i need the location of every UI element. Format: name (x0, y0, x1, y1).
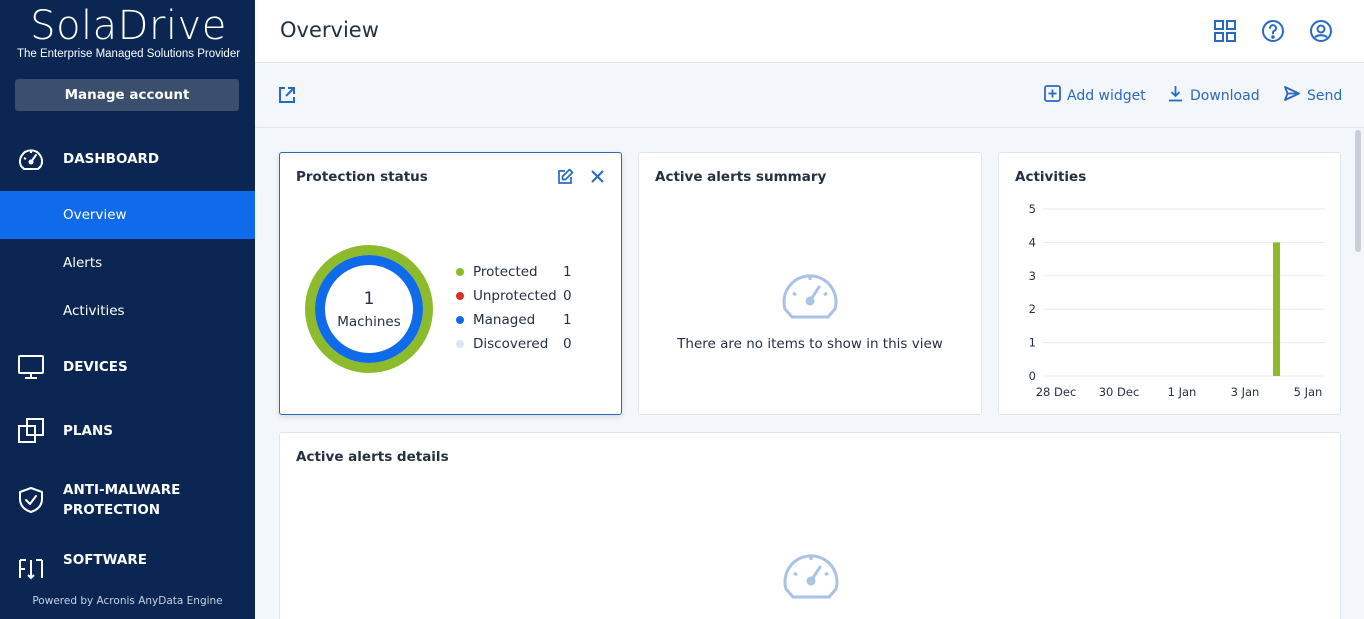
send-label: Send (1307, 87, 1343, 104)
protection-donut-chart: 1 Machines (305, 245, 433, 373)
close-icon[interactable] (590, 169, 605, 188)
legend-label: Managed (473, 312, 536, 328)
legend-protected: Protected 1 (456, 262, 572, 282)
shield-check-icon (16, 485, 46, 515)
widget-title: Active alerts summary (655, 169, 827, 185)
legend-dot (456, 268, 464, 276)
legend-managed: Managed 1 (456, 310, 572, 330)
add-widget-button[interactable]: Add widget (1044, 85, 1146, 106)
x-tick-label: 5 Jan (1294, 385, 1323, 399)
page-header: Overview (255, 0, 1364, 63)
grid-apps-icon[interactable] (1212, 18, 1238, 44)
nav-dashboard[interactable]: DASHBOARD (0, 144, 255, 174)
legend-value: 1 (563, 264, 572, 280)
manage-account-button[interactable]: Manage account (15, 79, 239, 111)
edit-icon[interactable] (557, 168, 574, 189)
nav-plans[interactable]: PLANS (0, 416, 255, 446)
nav-devices[interactable]: DEVICES (0, 352, 255, 382)
legend-dot (456, 316, 464, 324)
page-scrollbar[interactable] (1355, 130, 1361, 252)
legend-discovered: Discovered 0 (456, 334, 572, 354)
y-tick-label: 0 (1029, 369, 1036, 383)
donut-ring-protected (305, 245, 433, 373)
legend-label: Protected (473, 264, 538, 280)
send-icon (1283, 85, 1301, 106)
activities-bar-chart: 0 1 2 3 4 5 28 Dec 30 Dec 1 Jan 3 Jan 5 Jan (1029, 202, 1325, 399)
nav-plans-label: PLANS (63, 423, 113, 439)
y-tick-label: 4 (1029, 235, 1036, 249)
download-button[interactable]: Download (1167, 85, 1260, 106)
add-widget-label: Add widget (1067, 87, 1146, 104)
nav-anti-malware-label: ANTI-MALWARE PROTECTION (63, 482, 181, 518)
nav-item-alerts[interactable]: Alerts (0, 239, 255, 287)
send-button[interactable]: Send (1283, 85, 1342, 106)
active-alerts-summary-widget[interactable]: Active alerts summary There are no items… (638, 152, 982, 415)
nav-item-overview[interactable]: Overview (0, 191, 255, 239)
active-alerts-details-widget[interactable]: Active alerts details (279, 432, 1341, 619)
monitor-icon (16, 352, 46, 382)
x-tick-label: 28 Dec (1036, 385, 1077, 399)
dashboard-toolbar: Add widget Download Send (255, 63, 1364, 128)
nav-item-activities[interactable]: Activities (0, 287, 255, 335)
download-icon (1167, 85, 1184, 106)
plus-square-icon (1044, 85, 1061, 106)
nav-software-label: SOFTWARE (63, 552, 147, 568)
donut-total: 1 (364, 289, 375, 309)
widget-title: Protection status (296, 169, 428, 185)
logo-tagline: The Enterprise Managed Solutions Provide… (16, 48, 241, 60)
y-tick-label: 3 (1029, 269, 1036, 283)
legend-value: 1 (563, 312, 572, 328)
y-tick-label: 5 (1029, 202, 1036, 216)
nav-devices-label: DEVICES (63, 359, 128, 375)
activity-bar (1273, 242, 1280, 376)
widget-title: Active alerts details (296, 449, 449, 465)
donut-ring-managed (315, 255, 423, 363)
empty-gauge-icon (779, 265, 841, 325)
x-tick-label: 3 Jan (1231, 385, 1260, 399)
x-tick-label: 1 Jan (1168, 385, 1197, 399)
protection-status-widget[interactable]: Protection status 1 Machines Protected 1… (279, 152, 622, 415)
legend-dot (456, 340, 464, 348)
y-tick-label: 1 (1029, 336, 1036, 350)
logo-text: SolaDrive (30, 3, 227, 49)
donut-total-label: Machines (337, 314, 401, 330)
soladrive-logo[interactable]: SolaDrive The Enterprise Managed Solutio… (16, 4, 241, 60)
help-icon[interactable] (1260, 18, 1286, 44)
page-title: Overview (280, 18, 379, 42)
nav-software[interactable]: SOFTWARE (0, 552, 255, 582)
user-account-icon[interactable] (1308, 18, 1334, 44)
sidebar: SolaDrive The Enterprise Managed Solutio… (0, 0, 255, 619)
x-tick-label: 30 Dec (1099, 385, 1140, 399)
legend-label: Discovered (473, 336, 549, 352)
activities-widget[interactable]: Activities 0 1 2 3 4 5 28 Dec 30 Dec 1 Jan 3 Jan 5… (998, 152, 1341, 415)
software-arrows-icon (16, 554, 46, 584)
legend-value: 0 (563, 336, 572, 352)
y-tick-label: 2 (1029, 302, 1036, 316)
plans-stack-icon (16, 416, 46, 446)
legend-label: Unprotected (473, 288, 557, 304)
download-label: Download (1190, 87, 1260, 104)
fullscreen-expand-icon[interactable] (278, 86, 296, 108)
legend-unprotected: Unprotected 0 (456, 286, 572, 306)
dashboard-gauge-icon (16, 144, 46, 174)
empty-state-message: There are no items to show in this view (677, 336, 943, 352)
nav-dashboard-label: DASHBOARD (63, 151, 160, 167)
powered-by-text: Powered by Acronis AnyData Engine (32, 595, 223, 607)
nav-anti-malware[interactable]: ANTI-MALWARE PROTECTION (0, 480, 255, 520)
legend-value: 0 (563, 288, 572, 304)
legend-dot (456, 292, 464, 300)
empty-gauge-icon (780, 545, 842, 605)
